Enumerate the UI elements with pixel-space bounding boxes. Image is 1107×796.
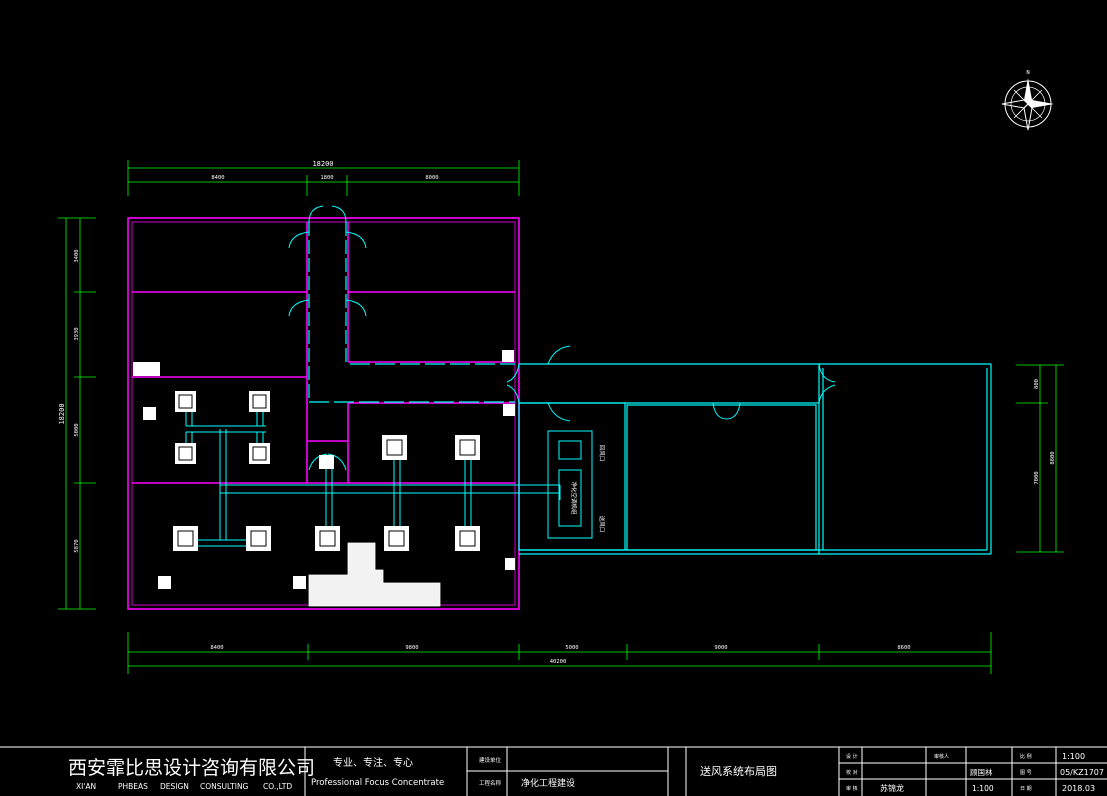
door-swings bbox=[288, 205, 836, 471]
dim-left-4: 5870 bbox=[74, 539, 80, 552]
designer-name: 苏锦龙 bbox=[880, 783, 904, 793]
sign-label-design: 设 计 bbox=[846, 753, 858, 760]
dim-left-1: 3400 bbox=[74, 249, 80, 262]
bottom-dimensions bbox=[127, 632, 992, 674]
date-label: 日 期 bbox=[1020, 786, 1032, 792]
diffuser-6 bbox=[455, 435, 480, 460]
equipment-pad bbox=[308, 542, 441, 607]
corridor-outline bbox=[308, 222, 992, 555]
dim-bottom-5: 8600 bbox=[897, 645, 910, 651]
company-name-cn: 西安霏比思设计咨询有限公司 bbox=[68, 757, 315, 779]
dim-bottom-4: 9000 bbox=[714, 645, 727, 651]
dim-top-3: 8000 bbox=[425, 175, 438, 181]
diffuser-5 bbox=[382, 435, 407, 460]
drawing-no: 05/KZ1707 bbox=[1060, 768, 1104, 777]
dim-right-total: 8800 bbox=[1050, 451, 1056, 464]
project-name: 净化工程建设 bbox=[521, 777, 575, 789]
diffuser-7 bbox=[173, 526, 198, 551]
reviewer-label: 审核人 bbox=[934, 753, 949, 760]
reviewer-name: 顾国林 bbox=[970, 767, 993, 777]
return-vent-label: 回风口 bbox=[598, 445, 605, 462]
north-compass: N bbox=[1001, 70, 1054, 131]
dim-bottom-3: 5000 bbox=[565, 645, 578, 651]
diffuser-9 bbox=[315, 526, 340, 551]
diffuser-11 bbox=[455, 526, 480, 551]
dim-top-1: 8400 bbox=[211, 175, 224, 181]
right-dimensions bbox=[1016, 364, 1064, 553]
slogan-cn: 专业、专注、专心 bbox=[333, 756, 413, 769]
project-field-label: 工程名称 bbox=[479, 779, 502, 787]
diffuser-2 bbox=[249, 391, 270, 412]
date-value: 2018.03 bbox=[1062, 784, 1095, 793]
owner-field-label: 建设单位 bbox=[479, 756, 502, 764]
return-grilles bbox=[133, 350, 515, 589]
dim-left-3: 5000 bbox=[74, 423, 80, 436]
scale-value: 1:100 bbox=[1062, 752, 1085, 761]
company-en-5: CO.,LTD bbox=[263, 782, 292, 791]
dim-bottom-1: 8400 bbox=[210, 645, 223, 651]
supply-vent-label: 送风口 bbox=[598, 516, 606, 533]
diffuser-10 bbox=[384, 526, 409, 551]
dim-bottom-total: 40200 bbox=[550, 659, 567, 665]
dim-left-2: 3930 bbox=[74, 327, 80, 340]
company-en-2: PHBEAS bbox=[118, 782, 148, 791]
dim-top-2: 1800 bbox=[320, 175, 333, 181]
company-en-1: XI'AN bbox=[76, 782, 96, 791]
diffuser-12 bbox=[319, 455, 334, 469]
diffuser-8 bbox=[246, 526, 271, 551]
diffuser-1 bbox=[175, 391, 196, 412]
scale-label: 比 例 bbox=[1020, 753, 1032, 760]
dim-right-2: 7000 bbox=[1034, 471, 1040, 484]
sign-label-check: 校 对 bbox=[846, 769, 858, 776]
dim-left-total: 18200 bbox=[58, 403, 66, 424]
diffuser-4 bbox=[249, 443, 270, 464]
scale-2: 1:100 bbox=[972, 784, 994, 793]
ahu-label: 净化空调机组 bbox=[570, 481, 578, 515]
floor-plan-drawing: N 18200 8400 1800 8000 18200 3400 3930 5… bbox=[0, 70, 1107, 796]
company-en-3: DESIGN bbox=[160, 782, 189, 791]
drawing-title: 送风系统布局图 bbox=[700, 764, 777, 778]
diffuser-3 bbox=[175, 443, 196, 464]
drawing-no-label: 图 号 bbox=[1020, 770, 1032, 776]
dim-top-total: 18200 bbox=[312, 160, 333, 168]
dim-bottom-2: 9800 bbox=[405, 645, 418, 651]
compass-label: N bbox=[1026, 70, 1029, 76]
ductwork bbox=[185, 405, 561, 547]
slogan-en: Professional Focus Concentrate bbox=[311, 778, 444, 788]
sign-label-review: 审 核 bbox=[846, 785, 858, 792]
dim-right-1: 800 bbox=[1034, 379, 1040, 389]
company-en-4: CONSULTING bbox=[200, 782, 249, 791]
